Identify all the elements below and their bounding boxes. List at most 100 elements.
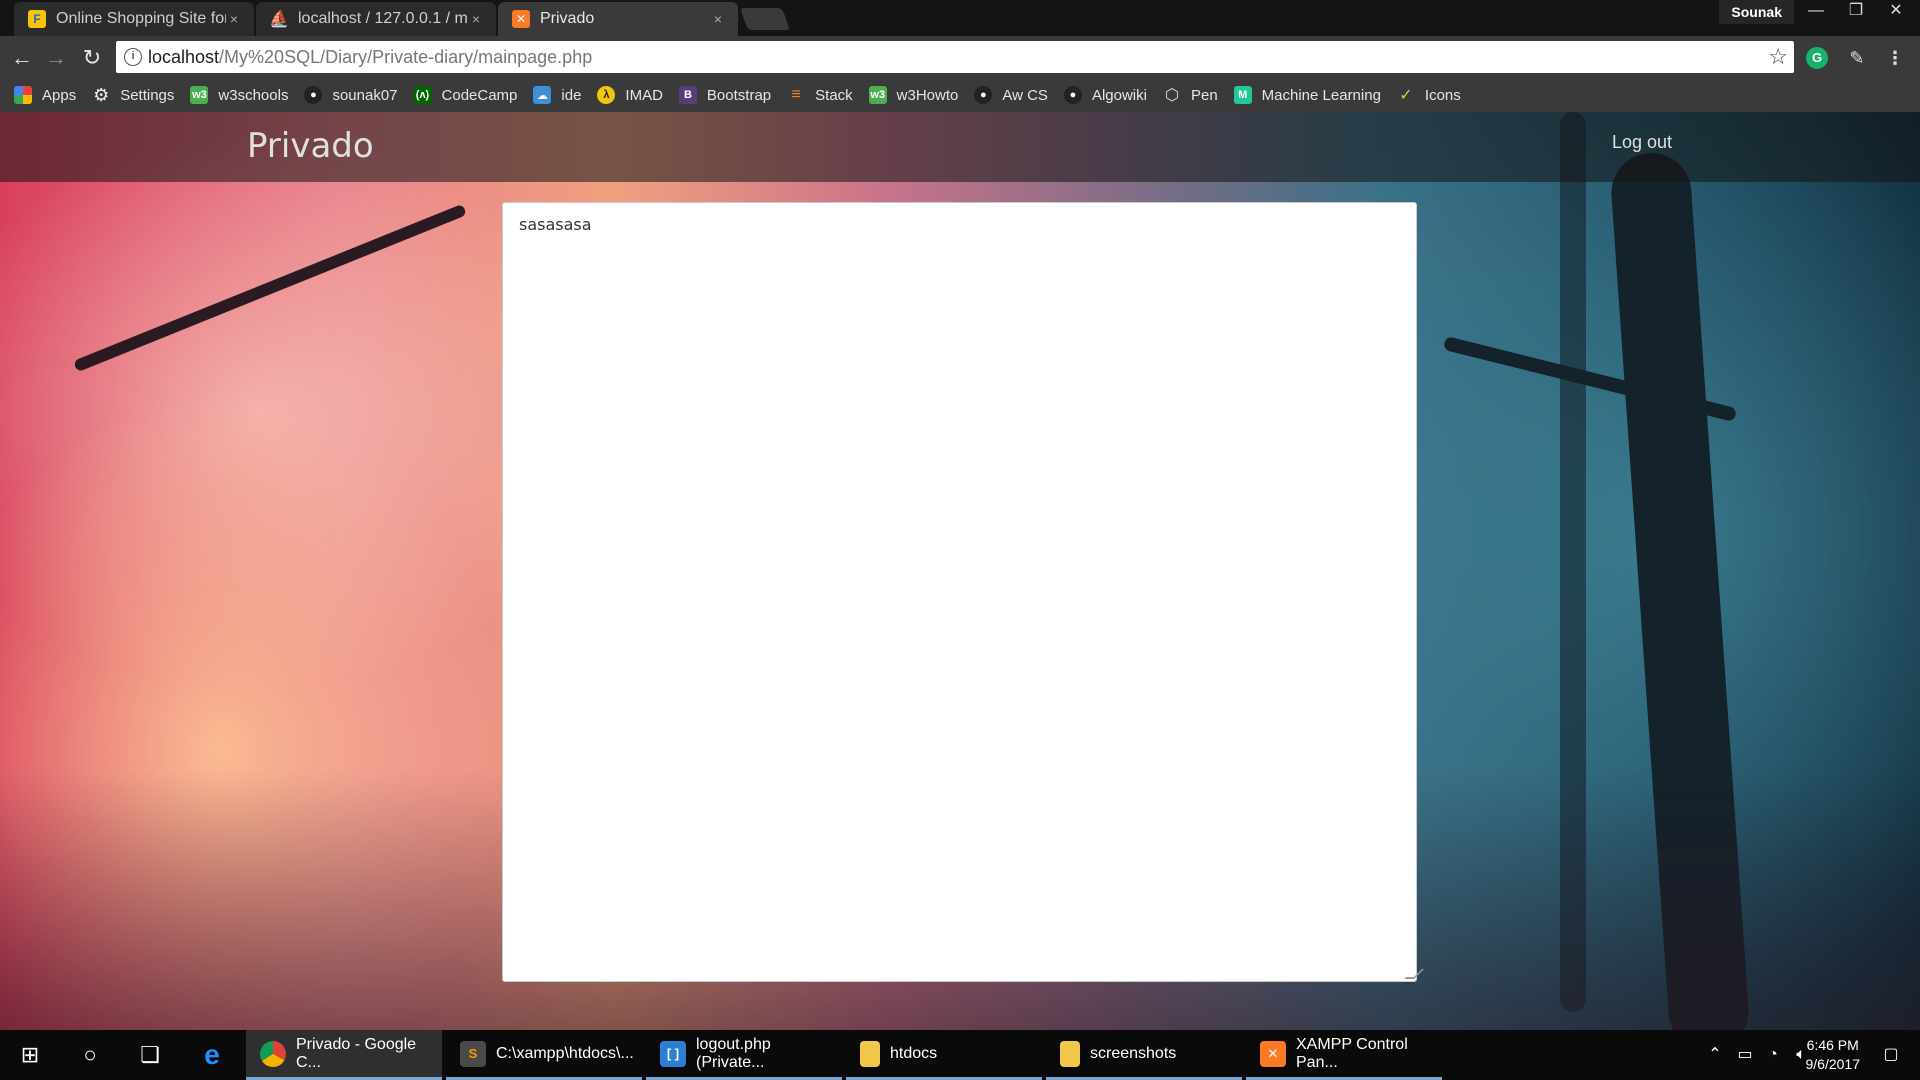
tab-online-shopping[interactable]: F Online Shopping Site for ×: [14, 2, 254, 36]
shopping-bag-icon: F: [28, 10, 46, 28]
bookmark-awcs[interactable]: ● Aw CS: [974, 86, 1048, 104]
diary-textarea[interactable]: sasasasa: [502, 202, 1424, 982]
bookmark-label: sounak07: [332, 86, 398, 104]
bookmark-bootstrap[interactable]: B Bootstrap: [678, 86, 772, 104]
gear-icon: ⚙: [93, 84, 110, 105]
bookmark-icons[interactable]: ✓ Icons: [1397, 86, 1461, 105]
notifications-icon[interactable]: ▢: [1876, 1030, 1906, 1080]
browser-toolbar: ← → ↻ i localhost/My%20SQL/Diary/Private…: [0, 36, 1920, 78]
bookmark-label: Algowiki: [1091, 86, 1147, 104]
bookmark-label: Machine Learning: [1261, 86, 1381, 104]
minimize-icon[interactable]: —: [1798, 0, 1834, 24]
bookmark-settings[interactable]: ⚙ Settings: [92, 84, 174, 105]
task-view-icon[interactable]: ❏: [120, 1030, 180, 1080]
brackets-icon: [ ]: [660, 1040, 686, 1067]
address-bar[interactable]: i localhost/My%20SQL/Diary/Private-diary…: [116, 41, 1794, 73]
taskbar-clock[interactable]: 6:46 PM 9/6/2017: [1806, 1036, 1861, 1074]
bookmark-apps[interactable]: Apps: [14, 86, 76, 104]
tab-phpmyadmin[interactable]: ⛵ localhost / 127.0.0.1 / my ×: [256, 2, 496, 36]
bookmark-codecamp[interactable]: (ʌ) CodeCamp: [413, 86, 517, 104]
profile-button[interactable]: Sounak: [1719, 0, 1794, 24]
taskbar-item-label: screenshots: [1090, 1044, 1177, 1062]
reload-icon[interactable]: ↻: [78, 44, 106, 72]
bookmark-w3howto[interactable]: w3 w3Howto: [868, 86, 959, 104]
sublime-text-icon: S: [460, 1040, 486, 1067]
w3schools-icon: w3: [868, 86, 887, 104]
page-background: Privado Log out sasasasa: [0, 112, 1920, 1030]
codepen-icon: ⬡: [1164, 87, 1179, 104]
imad-icon: λ: [597, 86, 616, 104]
cloud-icon: ☁: [533, 86, 552, 104]
bookmark-pen[interactable]: ⬡ Pen: [1163, 86, 1218, 105]
tray-chevron-up-icon[interactable]: ⌃: [1702, 1030, 1728, 1080]
folder-icon: [1060, 1040, 1080, 1067]
url-path: /My%20SQL/Diary/Private-diary/mainpage.p…: [219, 47, 593, 67]
github-icon: ●: [304, 86, 323, 104]
bookmark-label: w3Howto: [896, 86, 959, 104]
github-icon: ●: [974, 86, 993, 104]
windows-start-icon[interactable]: ⊞: [0, 1030, 60, 1080]
bookmark-label: Aw CS: [1002, 86, 1048, 104]
address-url[interactable]: localhost/My%20SQL/Diary/Private-diary/m…: [148, 47, 592, 68]
back-icon[interactable]: ←: [8, 44, 36, 72]
cortana-search-icon[interactable]: ○: [60, 1030, 120, 1080]
phpmyadmin-icon: ⛵: [269, 11, 289, 28]
close-icon[interactable]: ×: [226, 11, 242, 27]
color-picker-icon[interactable]: ✎: [1846, 47, 1868, 69]
bookmark-stack[interactable]: ≡ Stack: [787, 86, 853, 104]
taskbar-item-htdocs[interactable]: htdocs: [846, 1030, 1042, 1080]
taskbar-item-sublime[interactable]: S C:\xampp\htdocs\...: [446, 1030, 642, 1080]
taskbar-item-label: logout.php (Private...: [696, 1035, 771, 1071]
bookmark-algowiki[interactable]: ● Algowiki: [1063, 86, 1147, 104]
taskbar-item-screenshots[interactable]: screenshots: [1046, 1030, 1242, 1080]
clock-date: 9/6/2017: [1805, 1056, 1861, 1072]
taskbar-item-chrome[interactable]: Privado - Google C...: [246, 1030, 442, 1080]
bookmark-ide[interactable]: ☁ ide: [533, 86, 581, 104]
battery-icon[interactable]: ▭: [1732, 1030, 1758, 1080]
tree-trunk: [1560, 112, 1586, 1012]
bookmark-machine-learning[interactable]: M Machine Learning: [1233, 86, 1381, 104]
new-tab-button[interactable]: [739, 8, 791, 30]
chrome-icon: [260, 1040, 286, 1067]
tab-title: localhost / 127.0.0.1 / my: [298, 10, 468, 27]
stackoverflow-icon: ≡: [791, 86, 801, 103]
bookmark-label: Bootstrap: [706, 86, 772, 104]
taskbar-item-label: XAMPP Control Pan...: [1296, 1035, 1408, 1071]
diary-content: sasasasa: [519, 215, 592, 234]
bookmark-imad[interactable]: λ IMAD: [597, 86, 663, 104]
xampp-icon: ✕: [1260, 1040, 1286, 1067]
apps-grid-icon: [14, 86, 32, 104]
w3schools-icon: w3: [190, 86, 209, 104]
folder-icon: [860, 1040, 880, 1067]
restore-icon[interactable]: ❐: [1838, 0, 1874, 24]
site-brand[interactable]: Privado: [247, 126, 374, 166]
icons-icon: ✓: [1399, 87, 1413, 104]
close-icon[interactable]: ×: [710, 11, 726, 27]
logout-link[interactable]: Log out: [1612, 132, 1672, 153]
bookmark-w3schools[interactable]: w3 w3schools: [190, 86, 288, 104]
close-window-icon[interactable]: ✕: [1878, 0, 1914, 24]
tab-title: Online Shopping Site for: [56, 10, 226, 27]
edge-icon[interactable]: e: [182, 1030, 242, 1080]
taskbar-item-brackets[interactable]: [ ] logout.php (Private...: [646, 1030, 842, 1080]
bookmark-label: IMAD: [625, 86, 663, 104]
bookmark-label: Apps: [42, 86, 77, 104]
menu-dots-icon[interactable]: ⋮: [1884, 47, 1906, 69]
taskbar-item-label: Privado - Google C...: [296, 1035, 417, 1071]
resize-handle-icon[interactable]: [1404, 969, 1424, 979]
close-icon[interactable]: ×: [468, 11, 484, 27]
tab-privado[interactable]: ✕ Privado ×: [498, 2, 738, 36]
wifi-icon[interactable]: ◔: [1760, 1030, 1786, 1080]
bookmark-sounak07[interactable]: ● sounak07: [304, 86, 398, 104]
tab-title: Privado: [540, 10, 595, 27]
taskbar-item-label: C:\xampp\htdocs\...: [496, 1044, 634, 1062]
browser-tab-strip: F Online Shopping Site for × ⛵ localhost…: [0, 0, 1920, 36]
taskbar-item-xampp[interactable]: ✕ XAMPP Control Pan...: [1246, 1030, 1442, 1080]
forward-icon[interactable]: →: [42, 44, 70, 72]
site-navbar: Privado Log out: [0, 112, 1920, 182]
grammarly-icon[interactable]: G: [1806, 47, 1828, 69]
bookmark-label: Icons: [1424, 86, 1461, 104]
bookmark-label: Stack: [815, 86, 853, 104]
info-icon[interactable]: i: [124, 48, 142, 66]
bookmark-star-icon[interactable]: ☆: [1768, 44, 1788, 70]
